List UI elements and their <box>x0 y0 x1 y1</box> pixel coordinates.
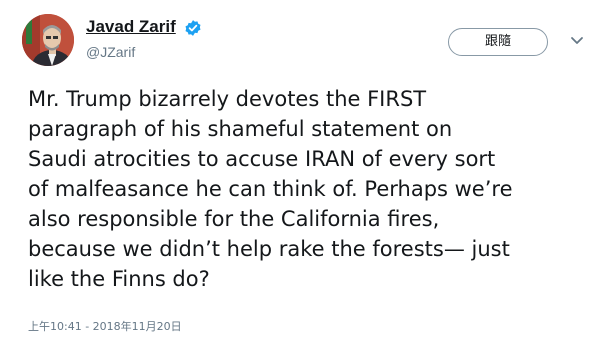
author-avatar[interactable] <box>22 14 74 66</box>
follow-button[interactable]: 跟隨 <box>448 28 548 56</box>
author-handle: @JZarif <box>86 44 136 60</box>
verified-badge-icon <box>185 20 201 36</box>
profile-photo-icon <box>22 14 74 66</box>
tweet-text-line: Mr. Trump bizarrely devotes the FIRST <box>28 87 427 111</box>
tweet-text-line: like the Finns do? <box>28 267 210 291</box>
tweet-text-line: also responsible for the California fire… <box>28 207 440 231</box>
chevron-down-icon[interactable] <box>570 36 584 46</box>
tweet-text-line: paragraph of his shameful statement on <box>28 117 453 141</box>
tweet-card: Javad Zarif @JZarif 跟隨 Mr. Trump bizarre… <box>0 0 612 351</box>
tweet-text: Mr. Trump bizarrely devotes the FIRST pa… <box>28 84 598 294</box>
tweet-text-line: because we didn’t help rake the forests—… <box>28 237 510 261</box>
tweet-timestamp[interactable]: 上午10:41 - 2018年11月20日 <box>28 318 182 334</box>
tweet-text-line: Saudi atrocities to accuse IRAN of every… <box>28 147 496 171</box>
tweet-text-line: of malfeasance he can think of. Perhaps … <box>28 177 513 201</box>
author-name-link[interactable]: Javad Zarif <box>86 17 176 37</box>
